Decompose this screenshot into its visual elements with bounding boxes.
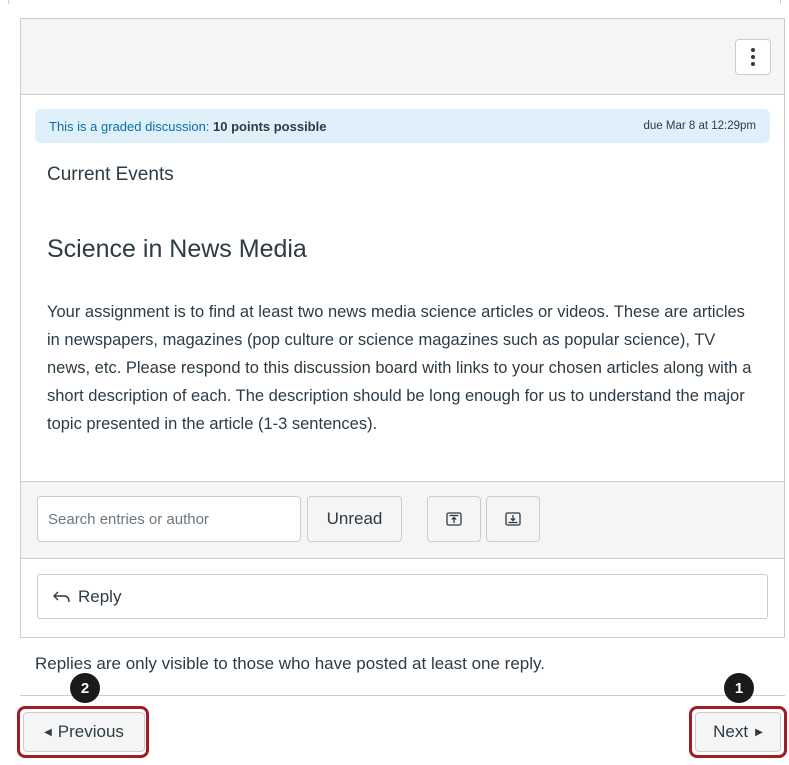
collapse-all-button[interactable] bbox=[427, 496, 481, 542]
discussion-header-bar bbox=[21, 19, 784, 95]
more-options-icon bbox=[751, 48, 755, 52]
points-possible: 10 points possible bbox=[213, 118, 327, 134]
reply-label: Reply bbox=[78, 586, 122, 606]
previous-highlight-outline bbox=[17, 706, 149, 758]
discussion-panel: This is a graded discussion: 10 points p… bbox=[20, 18, 785, 638]
replies-visibility-note: Replies are only visible to those who ha… bbox=[35, 654, 545, 673]
page-edge bbox=[8, 0, 781, 4]
collapse-all-icon bbox=[446, 512, 462, 526]
expand-all-icon bbox=[505, 512, 521, 526]
graded-discussion-banner: This is a graded discussion: 10 points p… bbox=[35, 109, 770, 143]
reply-arrow-icon bbox=[52, 589, 72, 605]
post-heading: Science in News Media bbox=[47, 235, 307, 263]
search-entries-input[interactable] bbox=[37, 496, 301, 542]
topic-title: Current Events bbox=[47, 164, 174, 185]
post-body: Your assignment is to find at least two … bbox=[47, 303, 752, 433]
annotation-marker-1: 1 bbox=[724, 673, 754, 703]
annotation-marker-2: 2 bbox=[70, 673, 100, 703]
due-date: due Mar 8 at 12:29pm bbox=[643, 120, 756, 132]
unread-filter-button[interactable]: Unread bbox=[307, 496, 402, 542]
discussion-toolbar: Unread bbox=[21, 481, 784, 559]
divider bbox=[20, 695, 785, 696]
expand-all-button[interactable] bbox=[486, 496, 540, 542]
more-options-button[interactable] bbox=[735, 39, 771, 75]
reply-button[interactable]: Reply bbox=[37, 574, 768, 619]
graded-label: This is a graded discussion: bbox=[49, 118, 210, 134]
next-highlight-outline bbox=[689, 706, 787, 758]
